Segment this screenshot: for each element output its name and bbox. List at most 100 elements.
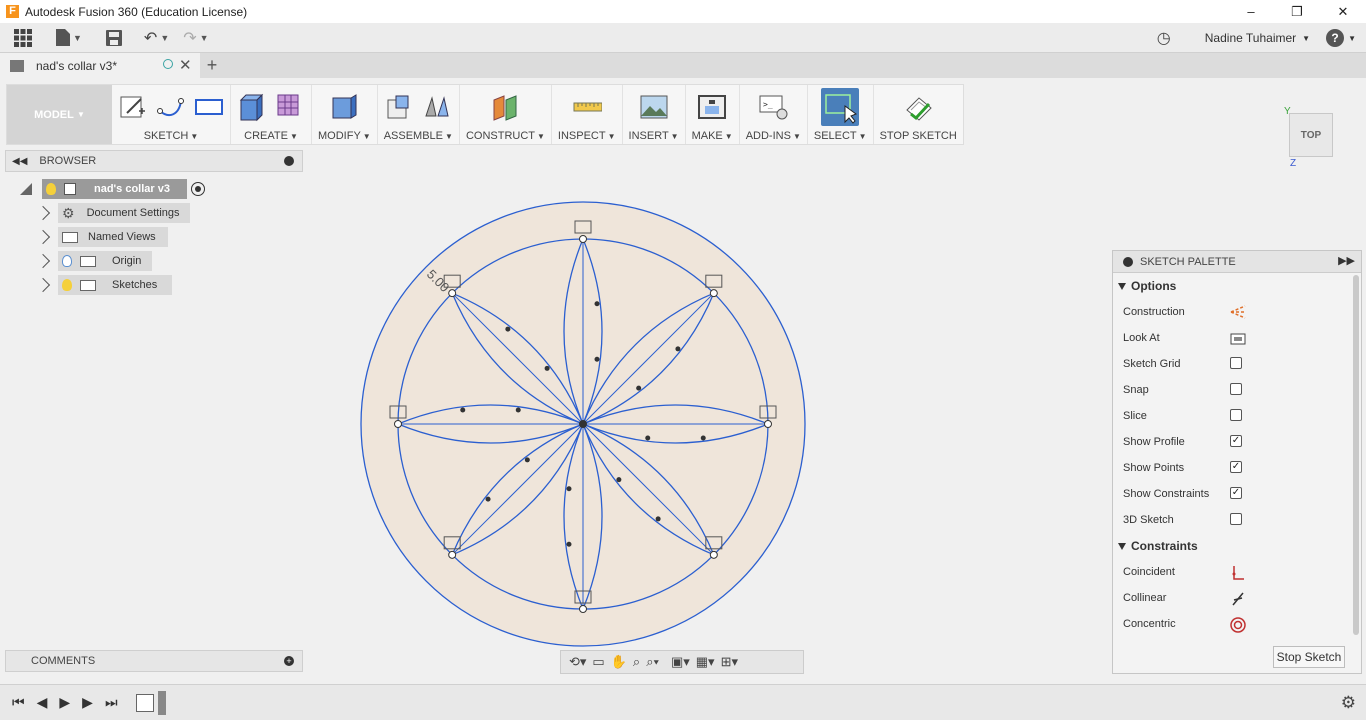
browser-panel-header[interactable]: ◀◀ BROWSER bbox=[5, 150, 303, 172]
sketch-group[interactable]: SKETCH ▼ bbox=[112, 85, 231, 144]
grid-settings-icon[interactable]: ▦▾ bbox=[696, 654, 715, 670]
minimize-palette-icon[interactable] bbox=[1123, 256, 1133, 267]
viewports-icon[interactable]: ⊞▾ bbox=[721, 654, 738, 670]
insert-image-icon[interactable] bbox=[639, 92, 669, 122]
browser-minimize-icon[interactable] bbox=[284, 156, 294, 166]
insert-group[interactable]: INSERT ▼ bbox=[623, 85, 686, 144]
play-icon[interactable]: ▶ bbox=[59, 694, 70, 711]
look-at-icon[interactable] bbox=[1230, 331, 1246, 348]
construct-group[interactable]: CONSTRUCT ▼ bbox=[460, 85, 552, 144]
tree-item-named-views[interactable]: Named Views bbox=[35, 227, 168, 247]
tree-root-row[interactable]: nad's collar v3 bbox=[20, 179, 205, 199]
concentric-icon[interactable] bbox=[1230, 617, 1246, 636]
expand-icon[interactable] bbox=[35, 253, 51, 269]
scripts-icon[interactable]: >_ bbox=[758, 92, 788, 122]
options-section[interactable]: Options bbox=[1113, 273, 1361, 299]
assemble-group[interactable]: ASSEMBLE ▼ bbox=[378, 85, 460, 144]
viewcube[interactable]: TOP bbox=[1289, 113, 1333, 157]
step-forward-icon[interactable]: ▶ bbox=[82, 694, 93, 711]
undo-icon[interactable]: ↶ ▼ bbox=[144, 28, 169, 48]
maximize-button[interactable]: ❐ bbox=[1274, 0, 1320, 23]
activate-component-icon[interactable] bbox=[191, 182, 205, 196]
create-sketch-icon[interactable] bbox=[118, 92, 148, 122]
look-at-nav-icon[interactable]: ▭ bbox=[592, 654, 604, 670]
file-menu-icon[interactable]: ▼ bbox=[56, 29, 82, 46]
rectangle-tool-icon[interactable] bbox=[194, 92, 224, 122]
show-points-checkbox[interactable]: ✓ bbox=[1230, 461, 1242, 473]
show-constraints-checkbox[interactable]: ✓ bbox=[1230, 487, 1242, 499]
tree-item-origin[interactable]: Origin bbox=[35, 251, 152, 271]
redo-icon[interactable]: ↷ ▼ bbox=[183, 28, 208, 48]
constraint-concentric[interactable]: Concentric bbox=[1113, 611, 1361, 637]
new-tab-plus-icon[interactable]: + bbox=[200, 53, 224, 78]
select-group[interactable]: SELECT ▼ bbox=[808, 85, 874, 144]
user-menu[interactable]: Nadine Tuhaimer ▼ bbox=[1205, 31, 1310, 45]
help-menu[interactable]: ? ▼ bbox=[1326, 29, 1356, 47]
minimize-button[interactable]: – bbox=[1228, 0, 1274, 23]
visibility-bulb-icon[interactable] bbox=[62, 279, 72, 291]
collinear-icon[interactable] bbox=[1230, 591, 1246, 610]
extrude-icon[interactable] bbox=[237, 92, 267, 122]
zoom-window-icon[interactable]: ⌕▾ bbox=[646, 654, 659, 670]
display-settings-icon[interactable]: ▣▾ bbox=[671, 654, 690, 670]
slice-checkbox[interactable] bbox=[1230, 409, 1242, 421]
zoom-icon[interactable]: ⌕ bbox=[633, 654, 640, 670]
close-tab-icon[interactable]: ✕ bbox=[179, 56, 192, 74]
pan-hand-icon[interactable]: ✋ bbox=[611, 654, 627, 670]
expand-palette-icon[interactable]: ▶▶ bbox=[1338, 254, 1355, 267]
constraints-section[interactable]: Constraints bbox=[1113, 533, 1361, 559]
modify-group[interactable]: MODIFY ▼ bbox=[312, 85, 378, 144]
expand-icon[interactable] bbox=[35, 277, 51, 293]
stop-sketch-button[interactable]: Stop Sketch bbox=[1273, 646, 1345, 668]
orbit-icon[interactable]: ⟲▾ bbox=[569, 654, 586, 670]
constraint-collinear[interactable]: Collinear bbox=[1113, 585, 1361, 611]
expand-icon[interactable] bbox=[35, 229, 51, 245]
sketch-canvas[interactable]: 5.00 bbox=[340, 195, 820, 655]
press-pull-icon[interactable] bbox=[329, 92, 359, 122]
construction-icon[interactable] bbox=[1230, 305, 1246, 322]
root-expander-icon[interactable] bbox=[20, 183, 32, 195]
visibility-bulb-icon[interactable] bbox=[46, 183, 56, 195]
tree-root-node[interactable]: nad's collar v3 bbox=[42, 179, 187, 199]
close-window-button[interactable]: ✕ bbox=[1320, 0, 1366, 23]
make-group[interactable]: MAKE ▼ bbox=[686, 85, 740, 144]
expand-icon[interactable] bbox=[35, 205, 51, 221]
document-tab[interactable]: nad's collar v3* ✕ bbox=[0, 53, 200, 78]
job-status-clock-icon[interactable]: ◷ bbox=[1157, 28, 1171, 48]
tree-item-document-settings[interactable]: ⚙ Document Settings bbox=[35, 203, 190, 223]
create-group[interactable]: CREATE ▼ bbox=[231, 85, 312, 144]
visibility-bulb-icon[interactable] bbox=[62, 255, 72, 267]
line-tool-icon[interactable] bbox=[156, 92, 186, 122]
stop-sketch-icon[interactable] bbox=[903, 92, 933, 122]
3d-print-icon[interactable] bbox=[697, 92, 727, 122]
select-icon[interactable] bbox=[821, 88, 860, 126]
measure-icon[interactable] bbox=[572, 92, 602, 122]
timeline-settings-gear-icon[interactable]: ⚙ bbox=[1341, 693, 1356, 713]
sketch-palette-header[interactable]: SKETCH PALETTE ▶▶ bbox=[1113, 251, 1361, 273]
coincident-icon[interactable] bbox=[1230, 565, 1246, 584]
data-panel-grid-icon[interactable] bbox=[14, 28, 32, 47]
joint-icon[interactable] bbox=[422, 92, 452, 122]
new-component-icon[interactable] bbox=[384, 92, 414, 122]
go-to-start-icon[interactable]: ⏮ bbox=[12, 694, 25, 711]
offset-plane-icon[interactable] bbox=[490, 92, 520, 122]
save-icon[interactable] bbox=[105, 29, 122, 46]
timeline-sketch-feature-icon[interactable] bbox=[135, 693, 154, 712]
stop-sketch-group[interactable]: STOP SKETCH bbox=[874, 85, 963, 144]
form-icon[interactable] bbox=[275, 92, 305, 122]
go-to-end-icon[interactable]: ⏭ bbox=[105, 694, 118, 711]
tree-item-sketches[interactable]: Sketches bbox=[35, 275, 172, 295]
timeline-marker-icon[interactable] bbox=[157, 690, 166, 715]
add-comment-icon[interactable]: + bbox=[284, 656, 294, 666]
addins-group[interactable]: >_ ADD-INS ▼ bbox=[740, 85, 808, 144]
sketch-grid-checkbox[interactable] bbox=[1230, 357, 1242, 369]
workspace-switcher[interactable]: MODEL ▼ bbox=[7, 85, 112, 144]
snap-checkbox[interactable] bbox=[1230, 383, 1242, 395]
3d-sketch-checkbox[interactable] bbox=[1230, 513, 1242, 525]
step-back-icon[interactable]: ◀ bbox=[37, 694, 48, 711]
constraint-coincident[interactable]: Coincident bbox=[1113, 559, 1361, 585]
show-profile-checkbox[interactable]: ✓ bbox=[1230, 435, 1242, 447]
collapse-browser-icon[interactable]: ◀◀ bbox=[12, 156, 27, 167]
comments-panel-header[interactable]: COMMENTS + bbox=[5, 650, 303, 672]
inspect-group[interactable]: INSPECT ▼ bbox=[552, 85, 623, 144]
